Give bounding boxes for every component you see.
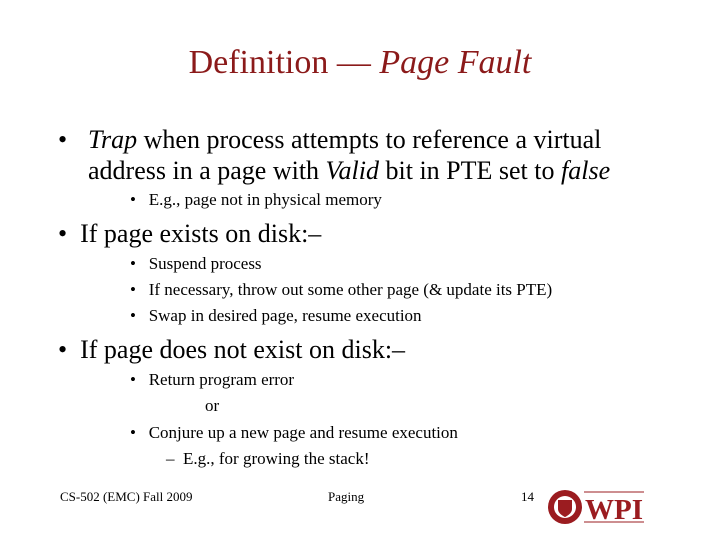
sub-bullet: • E.g., page not in physical memory bbox=[130, 190, 382, 209]
or-text: or bbox=[205, 396, 220, 415]
bullet-1: • bbox=[58, 125, 68, 154]
title-text: Definition — bbox=[188, 44, 380, 81]
sub-bullet: • Swap in desired page, resume execution bbox=[130, 306, 422, 325]
page-number: 14 bbox=[521, 489, 534, 504]
footer-topic: Paging bbox=[328, 489, 365, 504]
footer-course: CS-502 (EMC) Fall 2009 bbox=[60, 489, 193, 504]
bullet-2: • If page exists on disk:– bbox=[58, 219, 322, 248]
bullet-3: • If page does not exist on disk:– bbox=[58, 335, 406, 364]
svg-text:WPI: WPI bbox=[585, 494, 643, 526]
wpi-logo: WPI bbox=[548, 490, 644, 526]
sub-bullet: • Suspend process bbox=[130, 254, 262, 273]
sub-bullet: • Return program error bbox=[130, 370, 295, 389]
bullet-1-text: Trap when process attempts to reference … bbox=[88, 125, 611, 185]
sub-bullet: • Conjure up a new page and resume execu… bbox=[130, 423, 458, 442]
sub-bullet: • If necessary, throw out some other pag… bbox=[130, 280, 553, 299]
slide: Definition — Page Fault • Trap when proc… bbox=[0, 0, 720, 540]
slide-title: Definition — Page Fault bbox=[0, 44, 720, 82]
sub-sub-bullet: – E.g., for growing the stack! bbox=[166, 449, 370, 468]
title-italic: Page Fault bbox=[379, 44, 532, 81]
